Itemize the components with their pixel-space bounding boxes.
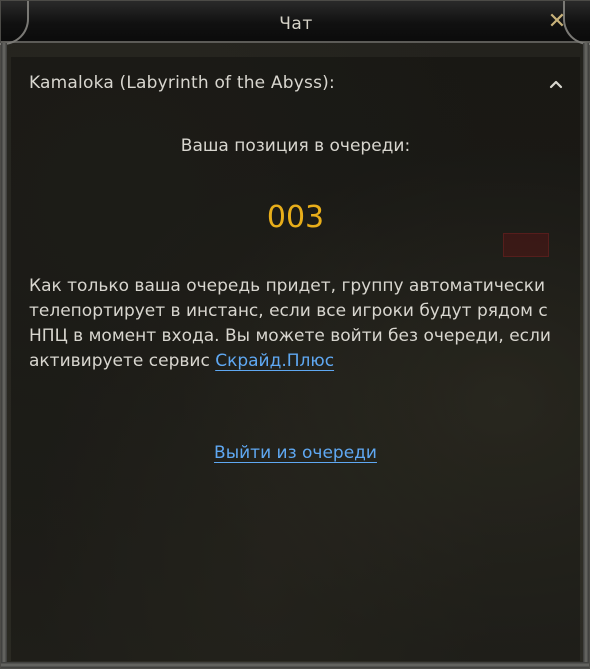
queue-position-value: 003 [266,200,325,235]
service-link[interactable]: Скрайд.Плюс [215,351,334,371]
title-bar[interactable]: Чат ✕ [0,1,590,45]
background-decoration [503,233,549,257]
frame-right-border [583,43,589,662]
window-title: Чат [279,14,313,34]
frame-bottom-border [1,662,589,668]
queue-panel: Kamaloka (Labyrinth of the Abyss): Ваша … [11,57,580,661]
chat-window: Чат ✕ Kamaloka (Labyrinth of the Abyss):… [0,0,590,669]
close-icon[interactable]: ✕ [547,11,567,33]
leave-queue-container: Выйти из очереди [11,443,580,463]
chevron-up-icon-glyph [549,80,563,89]
instance-title: Kamaloka (Labyrinth of the Abyss): [29,73,335,93]
frame-left-border [1,43,7,662]
chevron-up-icon[interactable] [546,75,566,93]
queue-position-label: Ваша позиция в очереди: [180,136,411,156]
leave-queue-link[interactable]: Выйти из очереди [214,443,377,463]
queue-message: Как только ваша очередь придет, группу а… [29,274,559,374]
panel-header: Kamaloka (Labyrinth of the Abyss): [29,73,566,95]
